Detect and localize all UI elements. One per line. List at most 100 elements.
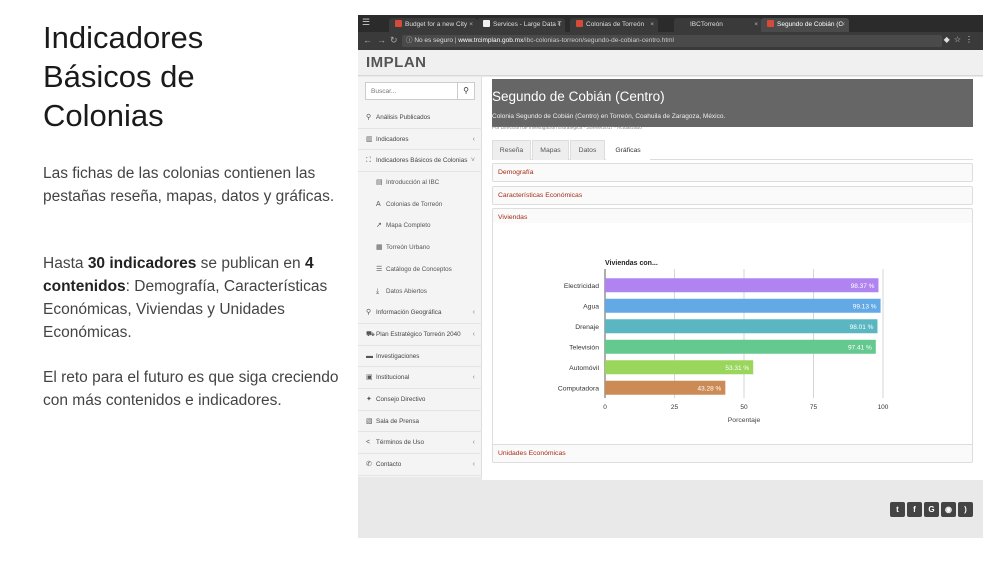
extension-icon[interactable]: ◆ xyxy=(944,35,954,44)
pin-icon: ⚲ xyxy=(366,114,372,121)
sidebar-item[interactable]: ↗ Mapa Completo xyxy=(358,215,482,237)
category-label: Drenaje xyxy=(575,324,599,331)
bold-run: 30 indicadores xyxy=(87,255,197,272)
tab-datos[interactable]: Datos xyxy=(570,140,605,160)
facebook-icon[interactable]: f xyxy=(907,502,922,517)
browser-tab-label: IBCTorreón xyxy=(690,21,723,28)
newspaper-icon: ▧ xyxy=(366,417,373,425)
favicon-icon xyxy=(395,20,402,27)
x-tick-label: 100 xyxy=(878,404,889,411)
x-axis-label: Porcentaje xyxy=(728,417,761,424)
panel-demografia[interactable]: Demografía xyxy=(492,163,973,182)
back-icon[interactable]: ← xyxy=(363,35,372,45)
chevron-icon: ‹ xyxy=(472,135,475,143)
viviendas-chart: 0 25 50 75 100 Viviendas con... Electricidad 98… xyxy=(492,223,973,455)
sidebar-item[interactable]: ▬ Investigaciones xyxy=(358,346,482,368)
panel-economicas[interactable]: Características Económicas xyxy=(492,186,973,205)
browser-tab-label: Services - Large Data T xyxy=(493,21,562,28)
bar xyxy=(605,278,879,293)
category-label: Agua xyxy=(583,303,599,310)
sidebar-item[interactable]: ⚲ Análisis Publicados xyxy=(358,107,482,129)
sidebar-item[interactable]: ☰ Catálogo de Conceptos xyxy=(358,259,482,281)
bar xyxy=(605,339,876,354)
chevron-icon: ‹ xyxy=(472,461,475,468)
tab-graficas[interactable]: Gráficas xyxy=(606,140,650,161)
site-logo[interactable]: IMPLAN xyxy=(366,54,427,71)
tab-resena[interactable]: Reseña xyxy=(492,140,531,160)
url-security-warning: No es seguro xyxy=(414,37,453,44)
sidebar-item-label: Consejo Directivo xyxy=(376,395,426,403)
sidebar-item-label: Institucional xyxy=(376,374,410,382)
browser-tab[interactable]: Services - Large Data T × xyxy=(477,18,565,32)
category-label: Televisión xyxy=(569,344,599,351)
url-path: /ibc-colonias-torreon/segundo-de-cobian-… xyxy=(523,37,674,44)
close-tab-icon[interactable]: × xyxy=(650,18,654,32)
panel-unidades[interactable]: Unidades Económicas xyxy=(492,444,973,463)
sidebar-item[interactable]: ▤ Introducción al IBC xyxy=(358,172,482,194)
twitter-icon[interactable]: t xyxy=(890,502,905,517)
panel-title: Demografía xyxy=(498,169,534,176)
sidebar-item[interactable]: ✆ Contacto ‹ xyxy=(358,454,482,476)
close-tab-icon[interactable]: × xyxy=(754,18,758,32)
bar xyxy=(605,319,878,334)
close-tab-icon[interactable]: × xyxy=(469,18,473,32)
intro-paragraph: Las fichas de las colonias contienen las… xyxy=(43,165,335,205)
browser-tab[interactable]: IBCTorreón × xyxy=(674,18,762,32)
star-icon[interactable]: ☆ xyxy=(954,35,965,44)
sidebar-item[interactable]: ⚲ Información Geográfica ‹ xyxy=(358,302,482,324)
table-icon: ▦ xyxy=(376,244,383,252)
address-bar: ← → ↻ ⓘ No es seguro | www.trcimplan.gob… xyxy=(358,32,983,50)
category-label: Automóvil xyxy=(569,365,599,372)
text-run: se publican en xyxy=(196,255,305,272)
page-title: Segundo de Cobián (Centro) xyxy=(492,89,665,104)
content-tabs: Reseña Mapas Datos Gráficas xyxy=(492,140,973,161)
sidebar-item[interactable]: ✦ Consejo Directivo xyxy=(358,389,482,411)
more-icon[interactable]: ⋮ xyxy=(965,35,977,44)
sidebar-item-label: Contacto xyxy=(376,461,402,468)
menu-icon[interactable]: ☰ xyxy=(362,17,370,28)
browser-tab[interactable]: Segundo de Cobián (C × xyxy=(761,18,849,32)
search-box: ⚲ xyxy=(365,82,475,100)
sidebar-item[interactable]: ⛶ Indicadores Básicos de Colonias ˅ xyxy=(358,150,482,173)
sidebar: ⚲ ⚲ Análisis Publicados ▥Indicadores ‹ ⛶ Indi… xyxy=(358,77,482,477)
search-icon[interactable]: ⚲ xyxy=(457,83,474,99)
rss-icon[interactable]: ) xyxy=(958,502,973,517)
page-body: Segundo de Cobián (Centro) Colonia Segun… xyxy=(482,77,983,480)
url-domain: www.trcimplan.gob.mx xyxy=(458,37,524,44)
sidebar-item[interactable]: A Colonias de Torreón xyxy=(358,194,482,216)
sidebar-item[interactable]: ⤓ Datos Abiertos xyxy=(358,281,482,303)
browser-tabstrip: ☰ Budget for a new City × Services - Large… xyxy=(358,15,983,32)
close-tab-icon[interactable]: × xyxy=(557,18,561,32)
sidebar-item[interactable]: < Términos de Uso ‹ xyxy=(358,432,482,454)
share-icon: < xyxy=(366,439,371,447)
sidebar-item[interactable]: ▣ Institucional ‹ xyxy=(358,367,482,389)
search-input[interactable] xyxy=(366,83,458,99)
future-paragraph: El reto para el futuro es que siga creci… xyxy=(43,369,339,409)
data-label: 99.13 % xyxy=(853,303,877,310)
chart-icon: ▥ xyxy=(366,135,373,143)
chevron-icon: ‹ xyxy=(472,330,475,338)
sidebar-item-label: Torreón Urbano xyxy=(386,244,430,252)
folder-icon: ▬ xyxy=(366,352,373,360)
x-tick-label: 0 xyxy=(603,404,607,411)
reload-icon[interactable]: ↻ xyxy=(390,35,398,46)
tab-mapas[interactable]: Mapas xyxy=(532,140,569,160)
sidebar-item[interactable]: ▧ Sala de Prensa xyxy=(358,411,482,433)
main-content: Segundo de Cobián (Centro) Colonia Segun… xyxy=(482,77,983,538)
browser-tab[interactable]: Budget for a new City × xyxy=(389,18,477,32)
github-icon[interactable]: ◉ xyxy=(941,502,956,517)
sidebar-item[interactable]: ▦ Torreón Urbano xyxy=(358,237,482,259)
sidebar-item[interactable]: ⛟Plan Estratégico Torreón 2040 ‹ xyxy=(358,324,482,346)
close-tab-icon[interactable]: × xyxy=(841,18,845,32)
favicon-icon xyxy=(680,20,687,27)
sitemap-icon: ⛶ xyxy=(366,157,371,165)
text-run: Hasta xyxy=(43,255,88,272)
sidebar-item[interactable]: ▥ Indicadores ‹ xyxy=(358,129,482,151)
site-header: IMPLAN xyxy=(358,50,983,76)
browser-tab[interactable]: Colonias de Torreón × xyxy=(570,18,658,32)
url-field[interactable]: ⓘ No es seguro | www.trcimplan.gob.mx/ib… xyxy=(402,35,942,47)
phone-icon: ✆ xyxy=(366,461,372,468)
google-plus-icon[interactable]: G xyxy=(924,502,939,517)
forward-icon[interactable]: → xyxy=(377,35,386,45)
sidebar-item-label: Plan Estratégico Torreón 2040 xyxy=(376,330,461,338)
